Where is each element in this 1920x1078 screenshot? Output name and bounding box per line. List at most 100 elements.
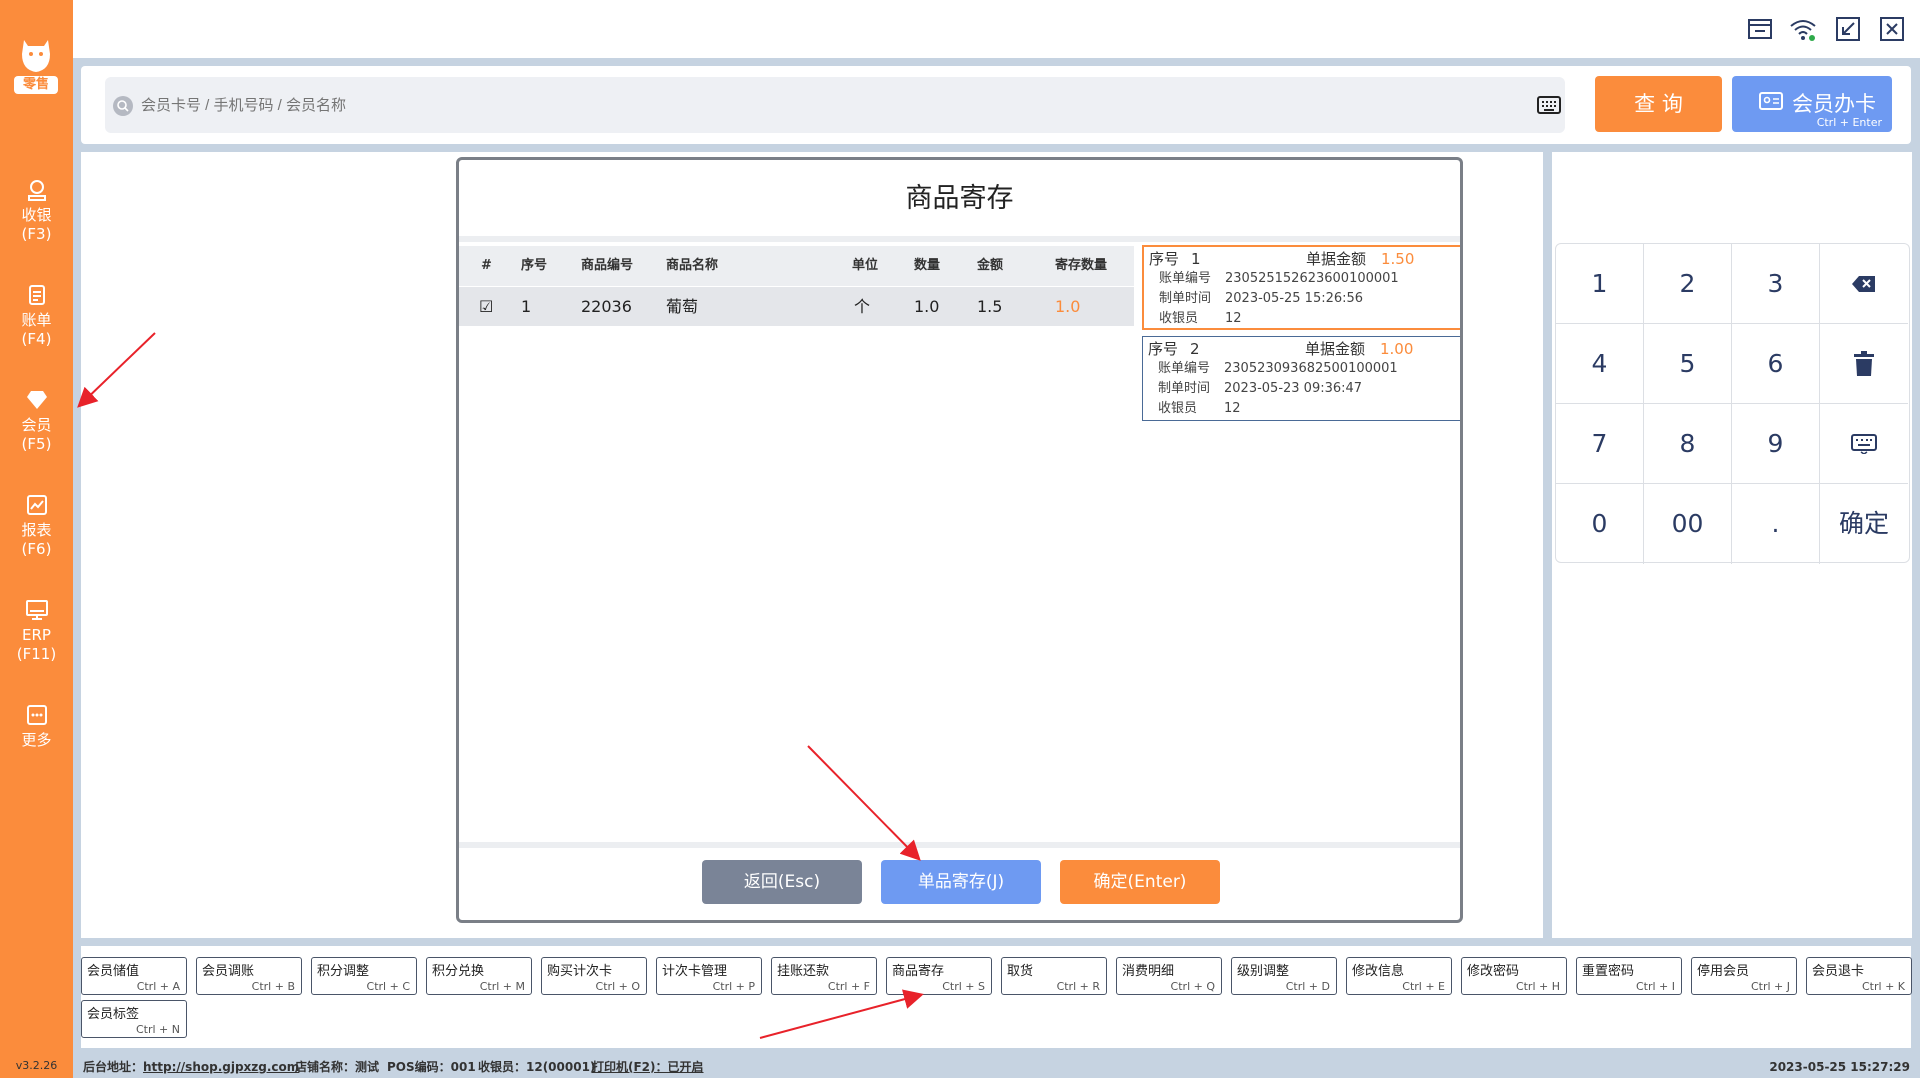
func-member-tag-button[interactable]: 会员标签 Ctrl + N [81, 1000, 187, 1038]
trash-icon [1854, 351, 1874, 376]
sidebar-item-member[interactable]: 会员 (F5) [0, 388, 73, 454]
minimize-icon[interactable] [1833, 14, 1863, 44]
func-level-adjust-button[interactable]: 级别调整 Ctrl + D [1231, 957, 1337, 995]
single-storage-button[interactable]: 单品寄存(J) [881, 860, 1041, 904]
func-name: 计次卡管理 [662, 964, 728, 979]
func-count-card-manage-button[interactable]: 计次卡管理 Ctrl + P [656, 957, 762, 995]
confirm-button[interactable]: 确定(Enter) [1060, 860, 1220, 904]
key-6[interactable]: 6 [1732, 324, 1820, 404]
printer-status-link[interactable]: 打印机(F2)：已开启 [592, 1056, 704, 1078]
sidebar-item-report[interactable]: 报表 (F6) [0, 493, 73, 559]
record-seq-label: 序号 [1149, 250, 1180, 268]
func-adjust-points-button[interactable]: 积分调整 Ctrl + C [311, 957, 417, 995]
func-reset-password-button[interactable]: 重置密码 Ctrl + I [1576, 957, 1682, 995]
sidebar-item-label: 收银 [21, 206, 52, 224]
sidebar-item-key: (F3) [21, 225, 52, 243]
storage-record-card[interactable]: 序号 2 单据金额 1.00 账单编号 23052309368250010000… [1142, 336, 1460, 421]
sidebar-item-cashier[interactable]: 收银 (F3) [0, 178, 73, 244]
func-member-refund-card-button[interactable]: 会员退卡 Ctrl + K [1806, 957, 1912, 995]
key-00[interactable]: 00 [1644, 484, 1732, 564]
record-seq-label: 序号 [1148, 340, 1179, 358]
keypad-confirm-key[interactable]: 确定 [1820, 484, 1908, 564]
func-disable-member-button[interactable]: 停用会员 Ctrl + J [1691, 957, 1797, 995]
key-4[interactable]: 4 [1556, 324, 1644, 404]
row-checkbox[interactable]: ☑ [479, 287, 493, 327]
record-cashier: 12 [1225, 311, 1242, 326]
close-icon[interactable] [1877, 14, 1907, 44]
key-3[interactable]: 3 [1732, 244, 1820, 324]
func-name: 会员调账 [202, 964, 255, 979]
record-amount: 1.50 [1381, 250, 1415, 268]
sidebar-item-label: ERP [22, 626, 51, 644]
func-shortcut: Ctrl + R [1056, 980, 1100, 993]
func-buy-count-card-button[interactable]: 购买计次卡 Ctrl + O [541, 957, 647, 995]
func-credit-repay-button[interactable]: 挂账还款 Ctrl + F [771, 957, 877, 995]
func-shortcut: Ctrl + N [135, 1023, 180, 1036]
row-name: 葡萄 [666, 297, 699, 316]
record-cashier-label: 收银员 [1159, 311, 1199, 326]
backend-url-link[interactable]: http://shop.gjpxzg.com [143, 1056, 299, 1078]
func-adjust-account-button[interactable]: 会员调账 Ctrl + B [196, 957, 302, 995]
func-name: 商品寄存 [892, 964, 945, 979]
sidebar-item-more[interactable]: 更多 [0, 703, 73, 750]
key-1[interactable]: 1 [1556, 244, 1644, 324]
search-box [105, 77, 1565, 133]
key-2[interactable]: 2 [1644, 244, 1732, 324]
func-pickup-button[interactable]: 取货 Ctrl + R [1001, 957, 1107, 995]
row-code: 22036 [581, 297, 632, 316]
sidebar-item-key: (F11) [16, 645, 57, 663]
func-recharge-button[interactable]: 会员储值 Ctrl + A [81, 957, 187, 995]
table-row[interactable]: ☑ 1 22036 葡萄 个 1.0 1.5 1.0 [459, 287, 1134, 326]
func-name: 级别调整 [1237, 964, 1290, 979]
pos-code: POS编码：001 [387, 1060, 476, 1074]
keyboard-key[interactable] [1820, 404, 1908, 484]
backspace-key[interactable] [1820, 244, 1908, 324]
wifi-icon[interactable] [1788, 14, 1818, 44]
func-name: 消费明细 [1122, 964, 1175, 979]
backend-label: 后台地址： [83, 1060, 144, 1074]
divider [459, 236, 1460, 242]
record-cashier: 12 [1224, 401, 1241, 416]
func-change-password-button[interactable]: 修改密码 Ctrl + H [1461, 957, 1567, 995]
query-button[interactable]: 查 询 [1595, 76, 1722, 132]
keyboard-icon[interactable] [1537, 96, 1561, 114]
backspace-icon [1852, 276, 1875, 292]
status-bar: 后台地址： http://shop.gjpxzg.com 店铺名称：测试 POS… [81, 1056, 1920, 1078]
func-name: 挂账还款 [777, 964, 830, 979]
member-card-shortcut: Ctrl + Enter [1816, 116, 1882, 129]
back-button[interactable]: 返回(Esc) [702, 860, 862, 904]
key-8[interactable]: 8 [1644, 404, 1732, 484]
func-name: 会员储值 [87, 964, 140, 979]
title-bar [73, 0, 1920, 58]
func-redeem-points-button[interactable]: 积分兑换 Ctrl + M [426, 957, 532, 995]
record-bill-no: 230525152623600100001 [1225, 271, 1399, 286]
key-dot[interactable]: . [1732, 484, 1820, 564]
row-unit: 个 [854, 297, 871, 316]
key-5[interactable]: 5 [1644, 324, 1732, 404]
store-icon[interactable] [1745, 14, 1775, 44]
bear-logo-icon [22, 40, 50, 72]
member-search-input[interactable] [141, 77, 1441, 133]
func-shortcut: Ctrl + M [479, 980, 525, 993]
func-name: 会员标签 [87, 1007, 140, 1022]
key-0[interactable]: 0 [1556, 484, 1644, 564]
key-9[interactable]: 9 [1732, 404, 1820, 484]
func-name: 购买计次卡 [547, 964, 613, 979]
record-bill-no: 230523093682500100001 [1224, 361, 1398, 376]
clear-key[interactable] [1820, 324, 1908, 404]
sidebar-item-bill[interactable]: 账单 (F4) [0, 283, 73, 349]
func-consume-detail-button[interactable]: 消费明细 Ctrl + Q [1116, 957, 1222, 995]
sidebar-item-erp[interactable]: ERP (F11) [0, 598, 73, 664]
func-product-storage-button[interactable]: 商品寄存 Ctrl + S [886, 957, 992, 995]
col-hash: # [481, 258, 492, 273]
monitor-icon [25, 600, 48, 620]
storage-record-card[interactable]: 序号 1 单据金额 1.50 账单编号 23052515262360010000… [1142, 245, 1460, 330]
row-no: 1 [521, 297, 532, 316]
row-store-qty[interactable]: 1.0 [1055, 287, 1080, 327]
key-7[interactable]: 7 [1556, 404, 1644, 484]
func-shortcut: Ctrl + D [1285, 980, 1330, 993]
report-icon [26, 495, 47, 515]
func-edit-info-button[interactable]: 修改信息 Ctrl + E [1346, 957, 1452, 995]
member-card-button[interactable]: 会员办卡 Ctrl + Enter [1732, 76, 1892, 132]
func-name: 修改密码 [1467, 964, 1520, 979]
